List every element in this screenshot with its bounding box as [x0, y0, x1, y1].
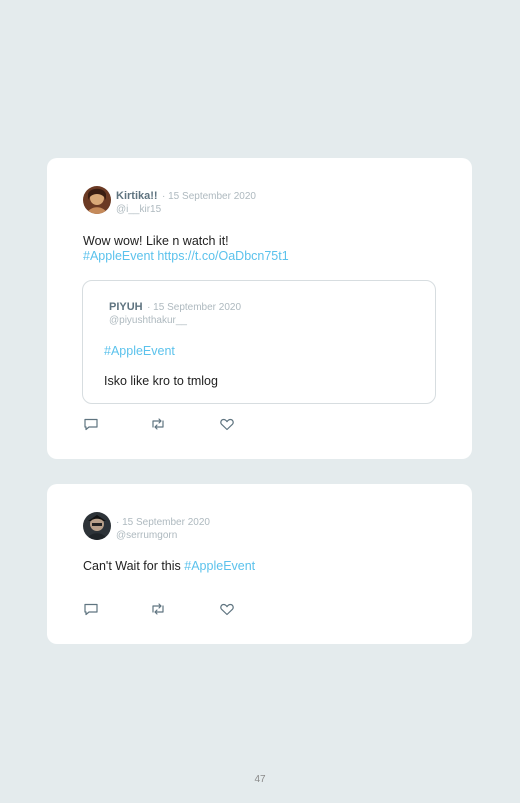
author-handle[interactable]: @i__kir15: [116, 203, 256, 216]
quoted-tweet-header: PIYUH · 15 September 2020 @piyushthakur_…: [109, 299, 241, 327]
tweet-text-line: Can't Wait for this: [83, 559, 185, 573]
author-name[interactable]: Kirtika!!: [116, 190, 158, 202]
tweet-date: · 15 September 2020: [116, 517, 210, 528]
tweet-text-line: Wow wow! Like n watch it!: [83, 234, 229, 248]
like-icon[interactable]: [219, 416, 235, 432]
tweet-card: · 15 September 2020 @serrumgorn Can't Wa…: [47, 484, 472, 644]
author-handle[interactable]: @serrumgorn: [116, 529, 210, 542]
tweet-hashtag-link[interactable]: #AppleEvent: [184, 559, 255, 573]
tweet-text: Wow wow! Like n watch it! #AppleEvent ht…: [83, 234, 289, 264]
tweet-card: Kirtika!! · 15 September 2020 @i__kir15 …: [47, 158, 472, 459]
like-icon[interactable]: [219, 601, 235, 617]
quoted-tweet-date: · 15 September 2020: [147, 302, 242, 313]
avatar[interactable]: [83, 186, 111, 214]
reply-icon[interactable]: [83, 601, 99, 617]
quoted-author-name[interactable]: PIYUH: [109, 301, 143, 313]
retweet-icon[interactable]: [150, 601, 166, 617]
quoted-tweet-text: Isko like kro to tmlog: [104, 374, 218, 388]
quoted-tweet[interactable]: PIYUH · 15 September 2020 @piyushthakur_…: [82, 280, 436, 404]
tweet-header: Kirtika!! · 15 September 2020 @i__kir15: [116, 188, 256, 216]
avatar[interactable]: [83, 512, 111, 540]
tweet-header: · 15 September 2020 @serrumgorn: [116, 514, 210, 542]
tweet-text: Can't Wait for this #AppleEvent: [83, 559, 255, 574]
tweet-date: · 15 September 2020: [162, 191, 256, 202]
reply-icon[interactable]: [83, 416, 99, 432]
retweet-icon[interactable]: [150, 416, 166, 432]
quoted-author-handle[interactable]: @piyushthakur__: [109, 314, 241, 327]
quoted-hashtag-link[interactable]: #AppleEvent: [104, 344, 175, 358]
tweet-link[interactable]: #AppleEvent https://t.co/OaDbcn75t1: [83, 249, 289, 264]
page-number: 47: [254, 774, 266, 785]
